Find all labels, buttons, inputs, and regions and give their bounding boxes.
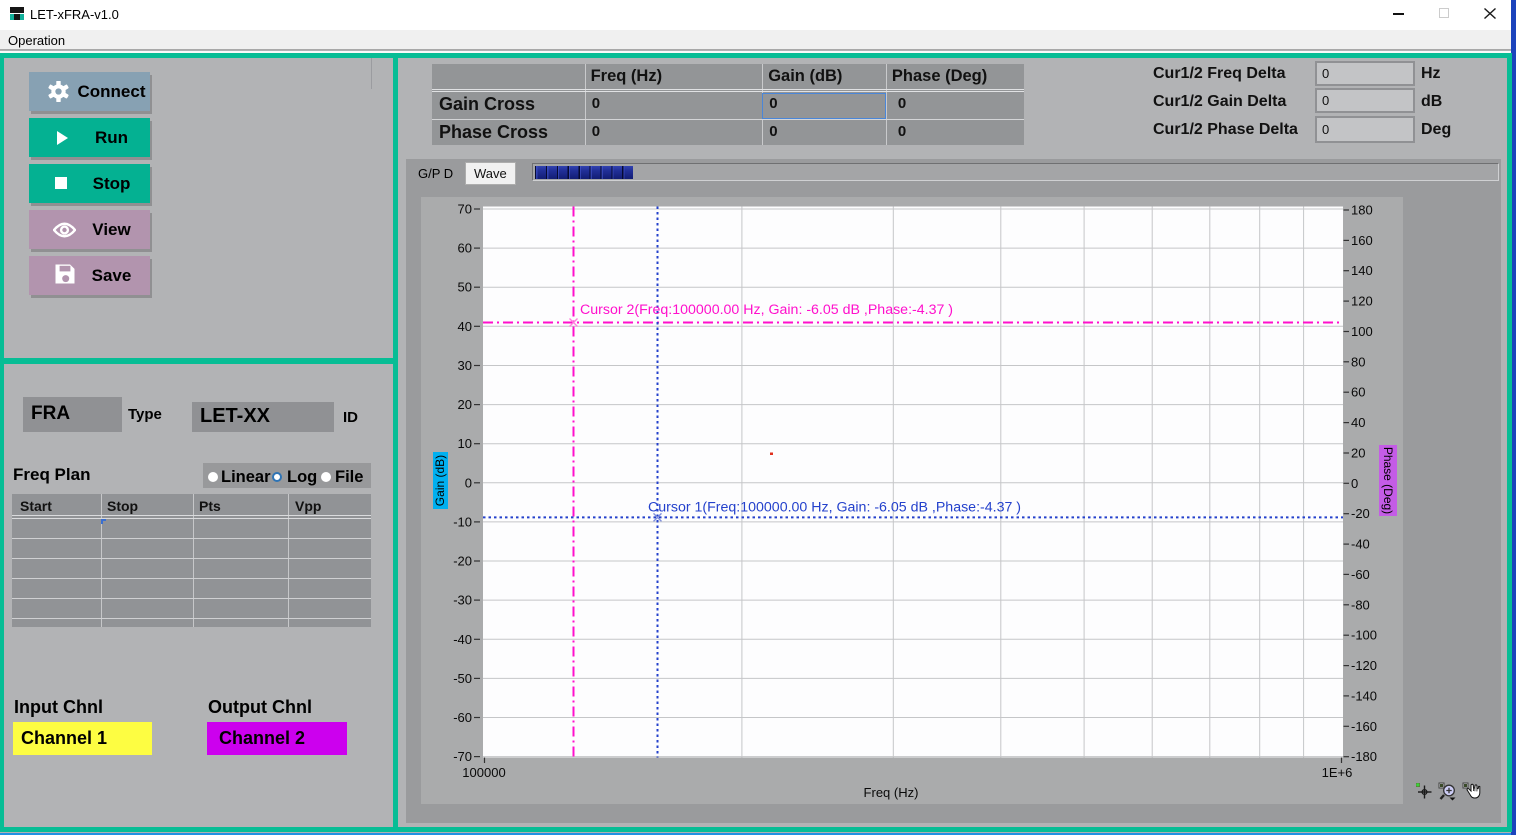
svg-text:Freq (Hz): Freq (Hz) <box>864 785 919 800</box>
svg-text:50: 50 <box>458 280 472 295</box>
svg-text:40: 40 <box>458 319 472 334</box>
svg-text:140: 140 <box>1351 263 1373 278</box>
svg-text:60: 60 <box>1351 385 1365 400</box>
svg-text:10: 10 <box>458 436 472 451</box>
svg-text:-10: -10 <box>453 514 472 529</box>
svg-text:-30: -30 <box>453 593 472 608</box>
svg-text:100000: 100000 <box>462 765 505 780</box>
svg-text:-80: -80 <box>1351 597 1370 612</box>
svg-text:40: 40 <box>1351 415 1365 430</box>
svg-text:Cursor 2(Freq:100000.00 Hz, Ga: Cursor 2(Freq:100000.00 Hz, Gain: -6.05 … <box>580 302 953 318</box>
svg-text:-40: -40 <box>453 632 472 647</box>
svg-text:120: 120 <box>1351 294 1373 309</box>
svg-text:-180: -180 <box>1351 749 1377 764</box>
svg-text:20: 20 <box>1351 446 1365 461</box>
svg-text:0: 0 <box>465 475 472 490</box>
svg-text:80: 80 <box>1351 354 1365 369</box>
svg-text:100: 100 <box>1351 324 1373 339</box>
svg-text:-70: -70 <box>453 749 472 764</box>
svg-text:1E+6: 1E+6 <box>1322 765 1353 780</box>
svg-text:-20: -20 <box>1351 506 1370 521</box>
svg-text:0: 0 <box>1351 476 1358 491</box>
svg-text:-100: -100 <box>1351 628 1377 643</box>
svg-text:20: 20 <box>458 397 472 412</box>
svg-text:-40: -40 <box>1351 537 1370 552</box>
svg-text:-50: -50 <box>453 671 472 686</box>
svg-text:-120: -120 <box>1351 658 1377 673</box>
svg-text:70: 70 <box>458 202 472 217</box>
svg-text:-20: -20 <box>453 554 472 569</box>
svg-text:-60: -60 <box>1351 567 1370 582</box>
svg-text:30: 30 <box>458 358 472 373</box>
svg-text:180: 180 <box>1351 203 1373 218</box>
svg-text:-160: -160 <box>1351 719 1377 734</box>
svg-text:Cursor 1(Freq:100000.00 Hz, Ga: Cursor 1(Freq:100000.00 Hz, Gain: -6.05 … <box>648 500 1021 516</box>
svg-text:60: 60 <box>458 241 472 256</box>
svg-text:-60: -60 <box>453 710 472 725</box>
svg-text:-140: -140 <box>1351 688 1377 703</box>
svg-text:160: 160 <box>1351 233 1373 248</box>
